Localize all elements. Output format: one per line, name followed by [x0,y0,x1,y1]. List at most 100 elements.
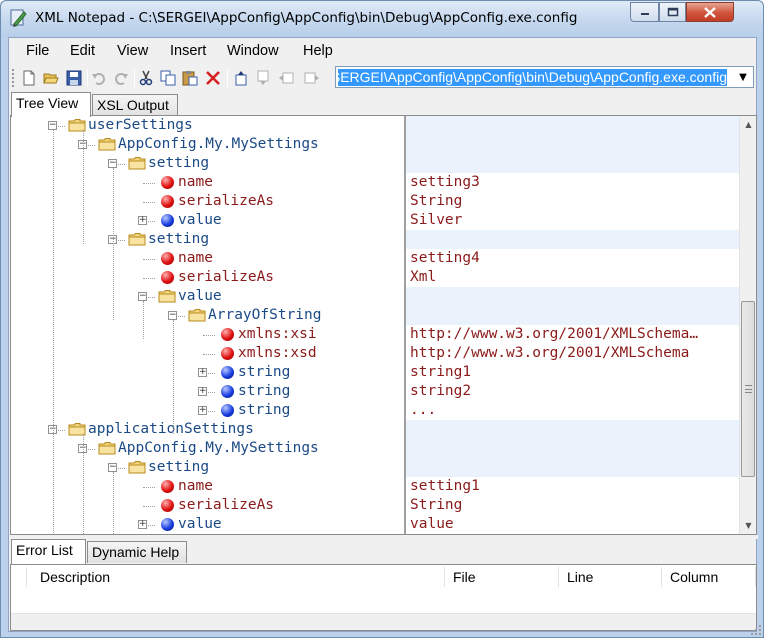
node-value[interactable]: Silver [410,212,740,228]
tree-row[interactable]: xmlns:xsi [11,325,403,344]
menu-insert[interactable]: Insert [170,43,206,59]
value-row[interactable]: value [406,515,740,534]
node-value[interactable]: http://www.w3.org/2001/XMLSchema… [410,326,740,342]
node-name[interactable]: serializeAs [178,497,274,513]
menu-view[interactable]: View [117,43,148,59]
tree-row[interactable]: name [11,477,403,496]
node-name[interactable]: value [178,516,222,532]
value-row[interactable]: Xml [406,268,740,287]
value-row[interactable]: setting3 [406,173,740,192]
location-dropdown-button[interactable]: ▼ [733,67,753,87]
value-row[interactable]: String [406,192,740,211]
menu-edit[interactable]: Edit [70,43,95,59]
tree-row[interactable]: serializeAs [11,496,403,515]
node-name[interactable]: name [178,478,213,494]
tree-row[interactable]: − ArrayOfString [11,306,403,325]
node-name[interactable]: setting [148,231,209,247]
value-row[interactable] [406,154,740,173]
scroll-thumb[interactable] [741,301,755,477]
value-row[interactable]: setting4 [406,249,740,268]
tree-row[interactable]: − userSettings [11,116,403,135]
node-name[interactable]: name [178,174,213,190]
nudge-left-button[interactable] [277,69,295,87]
tree-row[interactable]: serializeAs [11,268,403,287]
node-name[interactable]: AppConfig.My.MySettings [118,136,319,152]
column-header-line[interactable]: Line [559,567,662,587]
location-text[interactable]: C:\SERGEI\AppConfig\AppConfig\bin\Debug\… [338,69,727,86]
column-header-description[interactable]: Description [27,567,445,587]
copy-button[interactable] [159,69,177,87]
tree-row[interactable]: name [11,173,403,192]
tree-row[interactable]: + string [11,401,403,420]
expand-icon[interactable]: + [198,387,207,396]
collapse-icon[interactable]: − [108,159,117,168]
value-row[interactable] [406,458,740,477]
tree-row[interactable]: + value [11,515,403,534]
paste-button[interactable] [181,69,199,87]
menu-window[interactable]: Window [227,43,279,59]
tree-row[interactable]: − setting [11,458,403,477]
node-name[interactable]: xmlns:xsd [238,345,317,361]
value-row[interactable]: String [406,496,740,515]
value-row[interactable]: http://www.w3.org/2001/XMLSchema… [406,325,740,344]
value-row[interactable] [406,420,740,439]
node-name[interactable]: AppConfig.My.MySettings [118,440,319,456]
node-name[interactable]: value [178,288,222,304]
scroll-down-arrow-icon[interactable]: ▼ [740,517,756,534]
node-value[interactable]: setting1 [410,478,740,494]
node-value[interactable]: value [410,516,740,532]
cut-button[interactable] [137,69,155,87]
tree-row[interactable]: xmlns:xsd [11,344,403,363]
node-value[interactable]: Xml [410,269,740,285]
expand-icon[interactable]: + [138,216,147,225]
toolbar-grip[interactable] [12,69,15,87]
value-row[interactable] [406,230,740,249]
tree-row[interactable]: + string [11,363,403,382]
menu-file[interactable]: File [26,43,49,59]
nudge-right-button[interactable] [303,69,321,87]
node-name[interactable]: serializeAs [178,269,274,285]
tree-row[interactable]: name [11,249,403,268]
value-row[interactable]: string2 [406,382,740,401]
collapse-icon[interactable]: − [138,292,147,301]
expand-icon[interactable]: + [138,520,147,529]
tree-row[interactable]: + value [11,211,403,230]
value-row[interactable] [406,306,740,325]
node-name[interactable]: value [178,212,222,228]
tree-row[interactable]: − setting [11,154,403,173]
scroll-up-arrow-icon[interactable]: ▲ [740,116,756,133]
tree-row[interactable]: − applicationSettings [11,420,403,439]
redo-button[interactable] [112,69,130,87]
value-row[interactable]: Silver [406,211,740,230]
title-bar[interactable]: XML Notepad - C:\SERGEI\AppConfig\AppCon… [1,1,763,37]
panel-splitter[interactable] [9,535,758,539]
close-button[interactable] [686,2,734,22]
node-name[interactable]: xmlns:xsi [238,326,317,342]
value-row[interactable] [406,287,740,306]
node-name[interactable]: string [238,364,290,380]
vertical-scrollbar[interactable]: ▲ ▼ [739,116,756,534]
node-name[interactable]: ArrayOfString [208,307,322,323]
tree-row[interactable]: − value [11,287,403,306]
node-value[interactable]: ... [410,402,740,418]
node-name[interactable]: userSettings [88,117,193,133]
value-row[interactable]: ... [406,401,740,420]
node-name[interactable]: setting [148,155,209,171]
tree-row[interactable]: − AppConfig.My.MySettings [11,439,403,458]
tab-dynamic-help[interactable]: Dynamic Help [87,541,187,563]
expand-icon[interactable]: + [198,406,207,415]
value-row[interactable]: setting1 [406,477,740,496]
node-name[interactable]: serializeAs [178,193,274,209]
value-row[interactable] [406,135,740,154]
column-header-column[interactable]: Column [662,567,756,587]
tree-row[interactable]: serializeAs [11,192,403,211]
tab-xsl-output[interactable]: XSL Output [92,94,178,116]
tree-row[interactable]: − AppConfig.My.MySettings [11,135,403,154]
column-header-file[interactable]: File [445,567,559,587]
value-row[interactable]: http://www.w3.org/2001/XMLSchema [406,344,740,363]
undo-button[interactable] [90,69,108,87]
value-row[interactable] [406,116,740,135]
nudge-down-button[interactable] [254,69,272,87]
location-combobox[interactable]: C:\SERGEI\AppConfig\AppConfig\bin\Debug\… [335,66,754,88]
collapse-icon[interactable]: − [168,311,177,320]
